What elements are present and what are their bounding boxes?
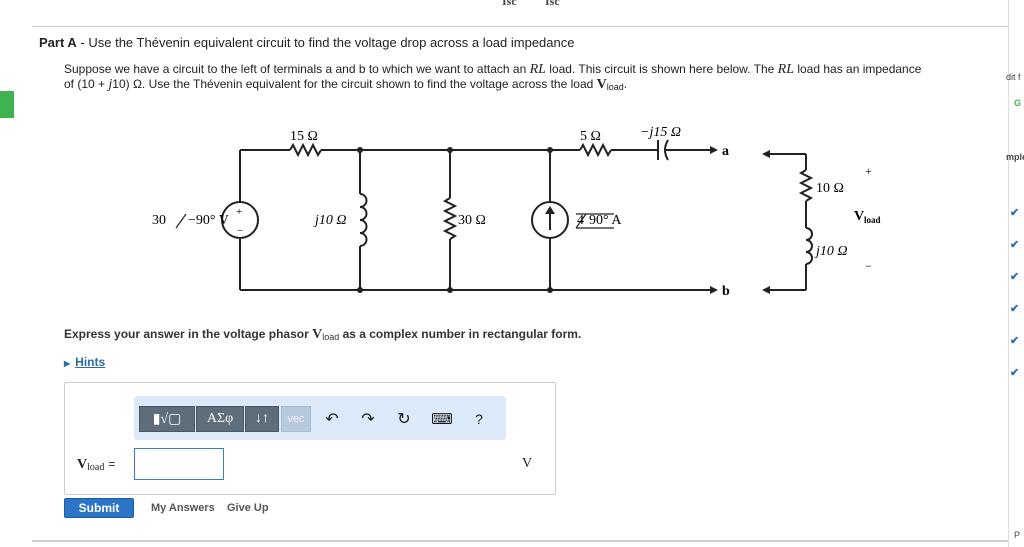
expand-triangle-icon: ▶ xyxy=(64,359,71,368)
redo-icon[interactable]: ↷ xyxy=(356,406,380,432)
top-divider xyxy=(32,26,1008,27)
problem-text-5: 10) Ω. Use the Thévenin equivalent for t… xyxy=(112,77,597,91)
keyboard-icon[interactable]: ⌨ xyxy=(430,406,454,432)
terminal-a-label: a xyxy=(722,144,729,159)
vload-symbol: V xyxy=(596,77,607,92)
label-source-i-mag: 4 xyxy=(577,213,584,228)
greek-symbols-button[interactable]: ΑΣφ xyxy=(196,406,244,432)
problem-statement: Suppose we have a circuit to the left of… xyxy=(64,62,984,94)
problem-text-3: load has an impedance xyxy=(793,62,922,76)
vload-subscript: load xyxy=(606,82,624,92)
answer-label-sub: load xyxy=(87,462,105,473)
part-title: Part A - Use the Thévenin equivalent cir… xyxy=(39,35,574,50)
load-minus: − xyxy=(865,259,872,273)
load-a-arrow-icon xyxy=(762,150,770,158)
answer-panel: ▮√▢ ΑΣφ ↓↑ vec ↶ ↷ ↻ ⌨ ? Vload = V xyxy=(64,382,556,495)
load-b-arrow-icon xyxy=(762,286,770,294)
label-r30: 30 Ω xyxy=(458,213,486,228)
math-toolbar: ▮√▢ ΑΣφ ↓↑ vec ↶ ↷ ↻ ⌨ ? xyxy=(134,396,506,440)
check-icon-4: ✔ xyxy=(1010,303,1020,315)
label-load-r: 10 Ω xyxy=(816,181,844,196)
rl-term-2: RL xyxy=(777,62,794,77)
current-arrow-icon xyxy=(545,206,555,214)
answer-label-v: V xyxy=(77,457,88,472)
right-sample-text: mple xyxy=(1006,152,1024,162)
problem-text-2: load. This circuit is shown here below. … xyxy=(545,62,778,76)
label-r15: 15 Ω xyxy=(290,129,318,144)
bottom-divider xyxy=(32,540,1008,542)
instruction-v-sub: load xyxy=(322,332,340,342)
label-load-l: j10 Ω xyxy=(814,244,848,259)
left-progress-tab xyxy=(0,91,14,118)
give-up-link[interactable]: Give Up xyxy=(227,502,269,514)
answer-label: Vload = xyxy=(77,457,115,473)
undo-icon[interactable]: ↶ xyxy=(320,406,344,432)
sort-button[interactable]: ↓↑ xyxy=(245,406,279,432)
label-source-v-angle: −90° V xyxy=(188,213,229,228)
circuit-diagram: 15 Ω 5 Ω −j15 Ω 30 −90° V + − j10 Ω 30 Ω… xyxy=(152,125,881,299)
answer-equals: = xyxy=(108,457,116,471)
source-plus: + xyxy=(236,206,242,218)
instruction-pre: Express your answer in the voltage phaso… xyxy=(64,327,313,341)
instruction-post: as a complex number in rectangular form. xyxy=(339,327,582,341)
load-v-label: V xyxy=(854,209,864,224)
help-button[interactable]: ? xyxy=(467,406,491,432)
top-fragment-isc-1: Isc xyxy=(502,0,517,8)
templates-button[interactable]: ▮√▢ xyxy=(139,406,195,432)
hints-link[interactable]: Hints xyxy=(75,355,105,369)
right-g-text: G xyxy=(1014,98,1022,108)
load-v-sub: load xyxy=(864,215,881,225)
check-icon-2: ✔ xyxy=(1010,239,1020,251)
label-capacitor: −j15 Ω xyxy=(640,125,681,140)
problem-text-4: of (10 + xyxy=(64,77,109,91)
terminal-b-arrow-icon xyxy=(710,286,718,294)
check-icon-6: ✔ xyxy=(1010,367,1020,379)
label-r5: 5 Ω xyxy=(580,129,601,144)
label-source-v-mag: 30 xyxy=(152,213,166,228)
submit-button[interactable]: Submit xyxy=(64,498,134,518)
terminal-b-label: b xyxy=(722,284,730,299)
check-icon-3: ✔ xyxy=(1010,271,1020,283)
source-minus: − xyxy=(237,225,243,237)
answer-unit: V xyxy=(522,456,533,471)
problem-text-1: Suppose we have a circuit to the left of… xyxy=(64,62,530,76)
rl-term-1: RL xyxy=(529,62,546,77)
right-p-text: P xyxy=(1014,530,1021,540)
instruction-v: V xyxy=(312,327,323,342)
check-icon-1: ✔ xyxy=(1010,207,1020,219)
part-label: Part A xyxy=(39,35,77,50)
problem-text-6: . xyxy=(623,77,628,91)
answer-input[interactable] xyxy=(134,448,224,480)
my-answers-link[interactable]: My Answers xyxy=(151,502,215,514)
label-source-i-angle: 90° A xyxy=(589,213,622,228)
reset-icon[interactable]: ↻ xyxy=(392,406,416,432)
terminal-a-arrow-icon xyxy=(710,146,718,154)
left-strip xyxy=(0,0,14,547)
part-title-text: - Use the Thévenin equivalent circuit to… xyxy=(76,35,575,50)
top-fragment-isc-2: Isc xyxy=(545,0,560,8)
vector-button[interactable]: vec xyxy=(281,406,311,432)
instruction-text: Express your answer in the voltage phaso… xyxy=(64,327,581,343)
label-inductor: j10 Ω xyxy=(313,213,347,228)
load-plus: + xyxy=(865,164,872,178)
right-edit-text: dit f xyxy=(1006,72,1021,82)
check-icon-5: ✔ xyxy=(1010,335,1020,347)
hints-toggle[interactable]: ▶ Hints xyxy=(64,355,105,369)
